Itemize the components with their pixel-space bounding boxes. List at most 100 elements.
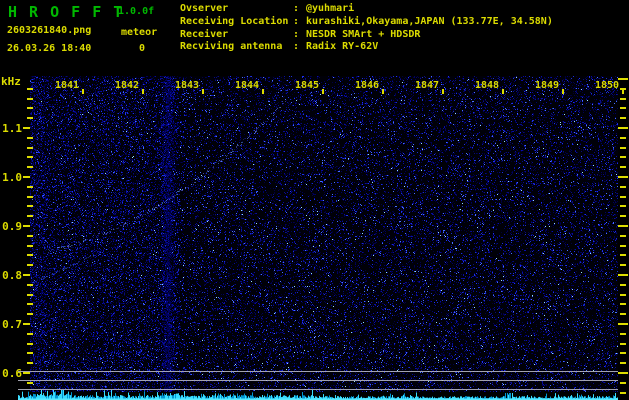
spectrogram-canvas — [30, 76, 618, 392]
freq-minor-tick — [27, 254, 33, 257]
freq-minor-tick-right — [620, 97, 626, 100]
freq-tick-label: 0.9 — [2, 220, 22, 233]
info-label: Ovserver — [180, 3, 229, 14]
freq-minor-tick — [27, 244, 33, 247]
level-scale-line — [18, 389, 618, 390]
freq-minor-tick — [27, 87, 33, 90]
time-tick-mark — [562, 89, 564, 94]
freq-minor-tick — [27, 293, 33, 296]
time-tick-label: 1848 — [475, 80, 500, 91]
freq-minor-tick-right — [620, 254, 626, 257]
hrofft-output: H R O F F T 1.0.0f 2603261840.png meteor… — [0, 0, 629, 400]
time-tick-mark — [502, 89, 504, 94]
freq-minor-tick-right — [620, 166, 626, 169]
info-separator: : — [293, 28, 300, 40]
time-tick-mark — [82, 89, 84, 94]
info-value: @yuhmari — [306, 3, 355, 14]
info-label: Recviving antenna — [180, 41, 283, 53]
time-tick-mark — [622, 89, 624, 94]
freq-minor-tick — [27, 362, 33, 365]
station-info-row: Recviving antenna: Radix RY-62V — [180, 41, 378, 52]
freq-minor-tick-right — [620, 215, 626, 218]
freq-minor-tick-right — [620, 195, 626, 198]
info-label: Receiving Location — [180, 15, 289, 27]
time-tick-label: 1843 — [175, 80, 200, 91]
freq-minor-tick — [27, 117, 33, 120]
freq-minor-tick — [27, 313, 33, 316]
freq-major-tick-right — [618, 176, 628, 178]
freq-major-tick-right — [618, 372, 628, 374]
freq-major-tick — [23, 225, 30, 227]
info-label: Receiver — [180, 28, 229, 40]
freq-minor-tick-right — [620, 107, 626, 110]
freq-major-tick-right — [618, 274, 628, 276]
freq-minor-tick — [27, 136, 33, 139]
level-scale-line — [18, 371, 618, 372]
meteor-counter-value: 0 — [139, 43, 146, 54]
time-tick-mark — [262, 89, 264, 94]
time-tick-label: 1846 — [355, 80, 380, 91]
freq-minor-tick-right — [620, 185, 626, 188]
time-tick-label: 1845 — [295, 80, 320, 91]
info-value: kurashiki,Okayama,JAPAN (133.77E, 34.58N… — [306, 15, 553, 27]
freq-minor-tick — [27, 107, 33, 110]
app-version: 1.0.0f — [118, 6, 155, 17]
info-value: Radix RY-62V — [306, 41, 379, 53]
freq-major-tick — [23, 176, 30, 178]
output-filename: 2603261840.png — [7, 25, 92, 36]
freq-minor-tick — [27, 303, 33, 306]
freq-minor-tick — [27, 97, 33, 100]
time-tick-label: 1850 — [595, 80, 620, 91]
freq-major-tick — [23, 372, 30, 374]
station-info-row: Receiving Location: kurashiki,Okayama,JAP… — [180, 16, 553, 27]
freq-minor-tick — [27, 352, 33, 355]
freq-minor-tick — [27, 283, 33, 286]
freq-tick-label: 0.6 — [2, 367, 22, 380]
info-separator: : — [293, 15, 300, 27]
freq-minor-tick-right — [620, 136, 626, 139]
freq-minor-tick-right — [620, 342, 626, 345]
meteor-counter-label: meteor — [121, 27, 158, 38]
app-title: H R O F F T — [8, 3, 124, 21]
freq-tick-label: 0.7 — [2, 318, 22, 331]
freq-minor-tick — [27, 185, 33, 188]
info-separator: : — [293, 3, 300, 14]
station-info-row: Ovserver: @yuhmari — [180, 3, 354, 14]
freq-minor-tick-right — [620, 381, 626, 384]
freq-minor-tick-right — [620, 205, 626, 208]
freq-minor-tick-right — [620, 283, 626, 286]
time-tick-label: 1844 — [235, 80, 260, 91]
freq-tick-label: 1.1 — [2, 122, 22, 135]
time-tick-label: 1841 — [55, 80, 80, 91]
freq-tick-label: 0.8 — [2, 269, 22, 282]
freq-major-tick-right — [618, 127, 628, 129]
freq-minor-tick — [27, 215, 33, 218]
freq-axis-unit-label: kHz — [1, 75, 21, 88]
freq-minor-tick — [27, 156, 33, 159]
freq-minor-tick-right — [620, 332, 626, 335]
freq-minor-tick-right — [620, 391, 626, 394]
freq-minor-tick-right — [620, 352, 626, 355]
time-tick-label: 1847 — [415, 80, 440, 91]
freq-minor-tick — [27, 381, 33, 384]
freq-major-tick — [23, 127, 30, 129]
observation-datetime: 26.03.26 18:40 — [7, 43, 92, 54]
time-tick-mark — [202, 89, 204, 94]
freq-minor-tick — [27, 166, 33, 169]
freq-major-tick-right — [618, 225, 628, 227]
time-tick-mark — [142, 89, 144, 94]
freq-tick-label: 1.0 — [2, 171, 22, 184]
freq-major-tick-right — [618, 78, 628, 80]
freq-minor-tick — [27, 146, 33, 149]
freq-minor-tick-right — [620, 117, 626, 120]
freq-minor-tick-right — [620, 146, 626, 149]
freq-minor-tick-right — [620, 303, 626, 306]
time-tick-mark — [322, 89, 324, 94]
freq-minor-tick — [27, 205, 33, 208]
freq-minor-tick — [27, 264, 33, 267]
freq-major-tick — [23, 323, 30, 325]
freq-major-tick-right — [618, 323, 628, 325]
freq-minor-tick-right — [620, 293, 626, 296]
freq-minor-tick-right — [620, 313, 626, 316]
freq-minor-tick-right — [620, 362, 626, 365]
